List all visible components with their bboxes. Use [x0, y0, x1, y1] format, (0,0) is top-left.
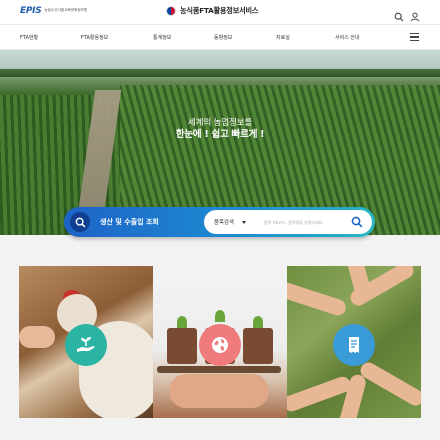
livestock-card[interactable] [19, 266, 153, 418]
category-select-label: 품목검색 [214, 220, 234, 226]
nav-item-archive[interactable]: 자료실 [276, 34, 290, 41]
tree-line [0, 69, 440, 77]
sprout [177, 316, 187, 328]
document-icon [333, 324, 375, 366]
search-submit-button[interactable] [350, 215, 364, 229]
epis-logo[interactable]: EPIS 농림수산식품교육문화정보원 [20, 6, 104, 16]
cooperation-card[interactable] [287, 266, 421, 418]
site-title-text: 농식품FTA활용정보서비스 [180, 6, 259, 15]
nav-item-fta-usage[interactable]: FTA활용정보 [81, 34, 108, 41]
government-emblem-icon [166, 6, 176, 16]
hand-photo [19, 326, 55, 348]
globe-icon [199, 324, 241, 366]
logo-text: EPIS [20, 6, 42, 16]
search-input[interactable] [264, 215, 342, 229]
seedling-pot [243, 328, 273, 364]
agriculture-card[interactable] [153, 266, 287, 418]
search-title: 생산 및 수출입 조회 [100, 218, 159, 226]
wooden-tray [157, 366, 281, 373]
sprout [215, 310, 225, 322]
search-icon[interactable] [394, 7, 404, 22]
hamburger-menu-icon[interactable] [410, 33, 419, 41]
arm [341, 266, 373, 301]
site-title[interactable]: 농식품FTA활용정보서비스 [166, 6, 259, 16]
search-box: 품목검색 [204, 210, 372, 234]
plant-hand-icon [65, 324, 107, 366]
chevron-down-icon [241, 220, 246, 224]
arm [287, 280, 348, 318]
nav-item-service-guide[interactable]: 서비스 안내 [335, 34, 360, 41]
nav-item-trends[interactable]: 동향정보 [214, 34, 232, 41]
product-search-bar: 생산 및 수출입 조회 품목검색 [64, 207, 375, 237]
hands-photo [169, 374, 269, 408]
logo-subtext: 농림수산식품교육문화정보원 [44, 8, 88, 13]
sprout [253, 316, 263, 328]
main-navigation: FTA현황 FTA활용정보 통계정보 동향정보 자료실 서비스 안내 [0, 25, 440, 50]
nav-item-statistics[interactable]: 통계정보 [153, 34, 171, 41]
search-icon [351, 216, 363, 228]
top-header: EPIS 농림수산식품교육문화정보원 농식품FTA활용정보서비스 [0, 0, 440, 25]
seedling-pot [167, 328, 197, 364]
search-icon [70, 212, 90, 232]
nav-item-fta-status[interactable]: FTA현황 [20, 34, 38, 41]
arm [357, 359, 421, 409]
user-icon[interactable] [410, 7, 420, 22]
category-select[interactable]: 품목검색 [214, 218, 246, 226]
hero-headline-2: 한눈에 ! 쉽고 빠르게 ! [175, 129, 265, 140]
